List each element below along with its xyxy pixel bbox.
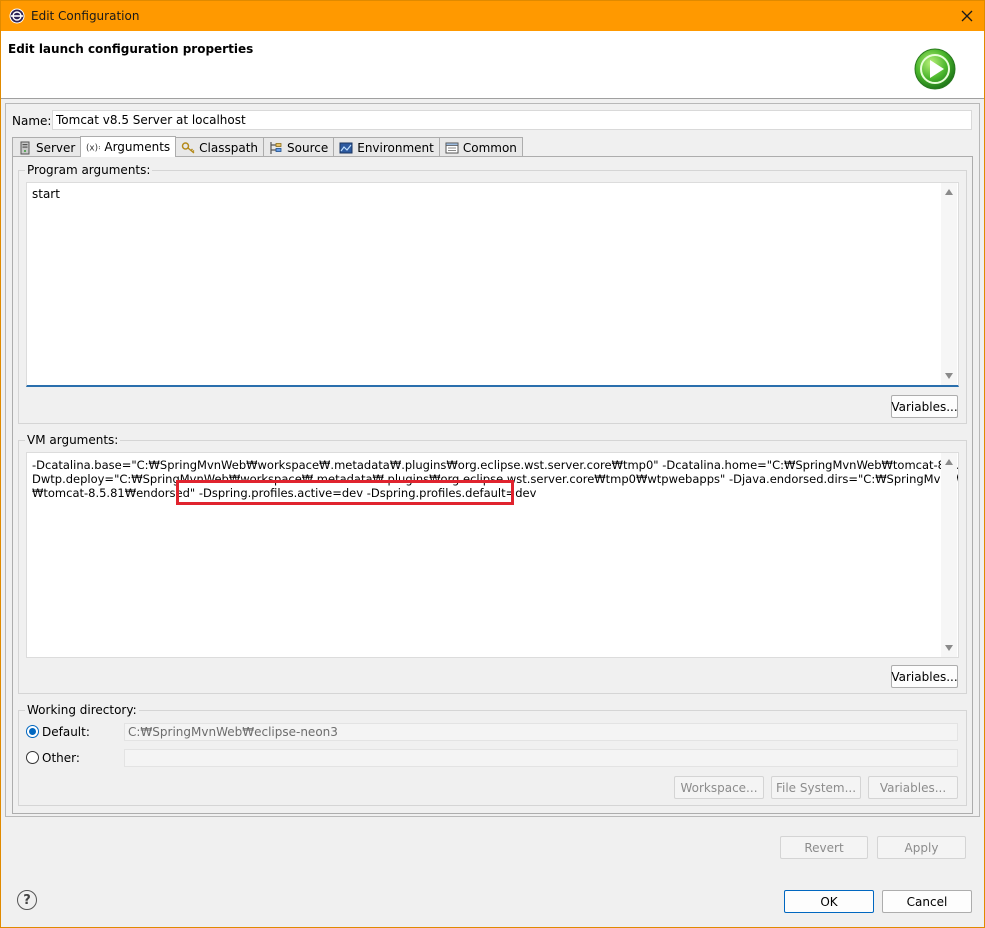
other-label: Other: — [42, 751, 80, 765]
tab-server[interactable]: Server — [12, 137, 82, 157]
tab-environment[interactable]: Environment — [333, 137, 440, 157]
common-icon — [445, 142, 459, 153]
vm-arguments-line: -Dcatalina.base="C:₩SpringMvnWeb₩workspa… — [32, 458, 959, 472]
vm-spring-profiles-text: -Dspring.profiles.active=dev -Dspring.pr… — [195, 486, 537, 500]
program-arguments-scrollbar[interactable] — [941, 183, 957, 385]
tab-label: Common — [462, 140, 517, 155]
file-system-button[interactable]: File System... — [771, 776, 861, 799]
scroll-up-arrow[interactable] — [945, 459, 953, 465]
server-icon — [20, 141, 30, 154]
tab-arguments[interactable]: (x)= Arguments — [80, 136, 177, 157]
working-directory-label: Working directory: — [25, 703, 139, 717]
tab-classpath[interactable]: Classpath — [175, 137, 265, 157]
ok-button[interactable]: OK — [784, 890, 874, 913]
vm-variables-button[interactable]: Variables... — [891, 665, 958, 688]
eclipse-icon — [9, 8, 25, 24]
scroll-up-arrow[interactable] — [945, 189, 953, 195]
close-button[interactable] — [950, 1, 984, 31]
apply-button[interactable]: Apply — [877, 836, 966, 859]
source-icon — [270, 141, 282, 154]
vm-arguments-input[interactable]: -Dcatalina.base="C:₩SpringMvnWeb₩workspa… — [26, 452, 959, 658]
vm-arguments-line: Dwtp.deploy="C:₩SpringMvnWeb₩workspace₩.… — [32, 472, 959, 486]
header-banner: Edit launch configuration properties — [1, 31, 984, 99]
tab-bar: Server (x)= Arguments Classpath Source E… — [12, 136, 523, 157]
svg-text:(x)=: (x)= — [86, 144, 100, 154]
tab-label: Environment — [357, 140, 434, 155]
run-icon — [914, 48, 956, 90]
classpath-icon — [181, 141, 195, 154]
cancel-button[interactable]: Cancel — [882, 890, 972, 913]
tab-label: Arguments — [104, 140, 171, 154]
default-radio[interactable] — [26, 725, 39, 738]
revert-button[interactable]: Revert — [780, 836, 868, 859]
close-icon — [961, 10, 973, 22]
tab-source[interactable]: Source — [263, 137, 335, 157]
scroll-down-arrow[interactable] — [945, 373, 953, 379]
workdir-variables-button[interactable]: Variables... — [868, 776, 958, 799]
arguments-icon: (x)= — [86, 144, 100, 154]
program-variables-button[interactable]: Variables... — [891, 395, 958, 418]
vm-arguments-text: ₩tomcat-8.5.81₩endorsed" — [32, 486, 196, 500]
program-arguments-input[interactable]: start — [26, 182, 959, 387]
name-label: Name: — [12, 114, 52, 128]
name-field[interactable] — [52, 110, 972, 130]
default-directory-field: C:₩SpringMvnWeb₩eclipse-neon3 — [124, 723, 958, 741]
help-icon[interactable]: ? — [17, 890, 37, 910]
tab-label: Server — [36, 140, 76, 155]
page-title: Edit launch configuration properties — [8, 42, 254, 56]
other-radio[interactable] — [26, 751, 39, 764]
program-arguments-label: Program arguments: — [25, 163, 153, 177]
scroll-down-arrow[interactable] — [945, 645, 953, 651]
workspace-button[interactable]: Workspace... — [674, 776, 764, 799]
vm-arguments-line: ₩tomcat-8.5.81₩endorsed" -Dspring.profil… — [32, 486, 938, 500]
title-bar: Edit Configuration — [1, 1, 984, 31]
other-directory-field — [124, 749, 958, 767]
vm-arguments-scrollbar[interactable] — [941, 453, 957, 657]
tab-label: Source — [287, 140, 329, 155]
vm-arguments-label: VM arguments: — [25, 433, 121, 447]
window-title: Edit Configuration — [31, 9, 140, 23]
default-label: Default: — [42, 725, 90, 739]
environment-icon — [339, 142, 353, 153]
tab-label: Classpath — [199, 140, 259, 155]
program-arguments-text: start — [32, 187, 60, 201]
tab-common[interactable]: Common — [438, 137, 523, 157]
